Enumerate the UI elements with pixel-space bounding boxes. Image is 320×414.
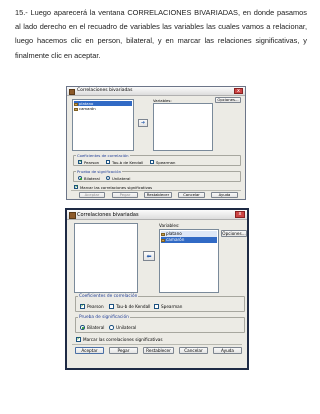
list-item[interactable]: camarón — [74, 106, 96, 111]
bivariate-dialog-before: Correlaciones bivariadas x platano camar… — [66, 86, 246, 200]
bilateral-radio[interactable] — [78, 176, 82, 180]
scale-variable-icon — [161, 238, 165, 242]
bilateral-label: Bilateral — [87, 324, 105, 330]
bilateral-radio[interactable] — [80, 325, 85, 330]
flag-significant-checkbox[interactable] — [76, 336, 81, 342]
move-right-arrow-button[interactable]: ➜ — [138, 119, 148, 127]
cancelar-button[interactable]: Cancelar — [178, 192, 205, 198]
options-button[interactable]: Opciones... — [215, 97, 241, 103]
kendall-label: Tau-b de Kendall — [116, 303, 151, 309]
bivariate-dialog-after: Correlaciones bivariadas x ⬅ Variables: … — [65, 208, 249, 370]
correlation-coefficients-group: Coeficientes de correlación Pearson Tau-… — [73, 153, 241, 166]
dialog-titlebar: Correlaciones bivariadas x — [67, 87, 245, 96]
close-button[interactable]: x — [234, 88, 243, 94]
kendall-label: Tau-b de Kendall — [112, 159, 144, 165]
flag-significant-label: Marcar las correlaciones significativas — [83, 336, 163, 342]
spss-app-icon — [69, 88, 75, 95]
target-variable-list[interactable] — [153, 103, 213, 151]
spss-app-icon — [69, 211, 76, 219]
variables-label: Variables: — [159, 223, 180, 228]
pegar-button[interactable]: Pegar — [109, 347, 138, 354]
spearman-checkbox[interactable] — [154, 304, 159, 309]
aceptar-button[interactable]: Aceptar — [75, 347, 104, 354]
pearson-label: Pearson — [84, 159, 100, 165]
dialog-title: Correlaciones bivariadas — [77, 211, 139, 218]
correlation-coefficients-group: Coeficientes de correlación Pearson Tau-… — [75, 293, 245, 312]
group-title: Coeficientes de correlación — [78, 293, 139, 299]
options-button[interactable]: Opciones... — [221, 230, 247, 237]
cancelar-button[interactable]: Cancelar — [179, 347, 208, 354]
source-variable-list[interactable]: platano camarón — [72, 99, 134, 151]
dialog-title: Correlaciones bivariadas — [77, 88, 133, 93]
restablecer-button[interactable]: Restablecer — [143, 347, 174, 354]
restablecer-button[interactable]: Restablecer — [144, 192, 172, 198]
unilateral-radio[interactable] — [109, 325, 114, 330]
kendall-checkbox[interactable] — [109, 304, 114, 309]
ayuda-button[interactable]: Ayuda — [211, 192, 238, 198]
kendall-checkbox[interactable] — [106, 160, 110, 164]
target-variable-list[interactable]: platano camarón — [159, 229, 219, 293]
flag-significant-checkbox[interactable] — [74, 184, 79, 190]
group-title: Prueba de significación — [76, 169, 123, 174]
unilateral-label: Unilateral — [112, 175, 131, 181]
pegar-button[interactable]: Pegar — [112, 192, 138, 198]
aceptar-button[interactable]: Aceptar — [79, 192, 105, 198]
spearman-label: Spearman — [161, 303, 183, 309]
list-item[interactable]: camarón — [161, 237, 217, 243]
instruction-paragraph: 15.- Luego aparecerá la ventana CORRELAC… — [15, 8, 307, 60]
close-button[interactable]: x — [235, 211, 245, 218]
scale-variable-icon — [161, 232, 165, 236]
spearman-checkbox[interactable] — [150, 160, 154, 164]
significance-test-group: Prueba de significación Bilateral Unilat… — [75, 314, 245, 333]
unilateral-label: Unilateral — [116, 324, 137, 330]
flag-significant-label: Marcar las correlaciones significativas — [80, 184, 153, 190]
significance-test-group: Prueba de significación Bilateral Unilat… — [73, 169, 241, 182]
pearson-label: Pearson — [87, 303, 104, 309]
source-variable-list[interactable] — [74, 223, 138, 293]
scale-variable-icon — [74, 107, 78, 111]
group-title: Coeficientes de correlación — [76, 153, 130, 158]
unilateral-radio[interactable] — [106, 176, 110, 180]
divider — [72, 344, 242, 345]
pearson-checkbox[interactable] — [80, 303, 85, 309]
group-title: Prueba de significación — [78, 314, 130, 320]
move-left-arrow-button[interactable]: ⬅ — [143, 251, 155, 261]
dialog-titlebar: Correlaciones bivariadas x — [67, 210, 247, 220]
pearson-checkbox[interactable] — [78, 159, 83, 165]
ayuda-button[interactable]: Ayuda — [213, 347, 242, 354]
bilateral-label: Bilateral — [84, 175, 100, 181]
spearman-label: Spearman — [156, 159, 176, 165]
divider — [71, 190, 241, 191]
